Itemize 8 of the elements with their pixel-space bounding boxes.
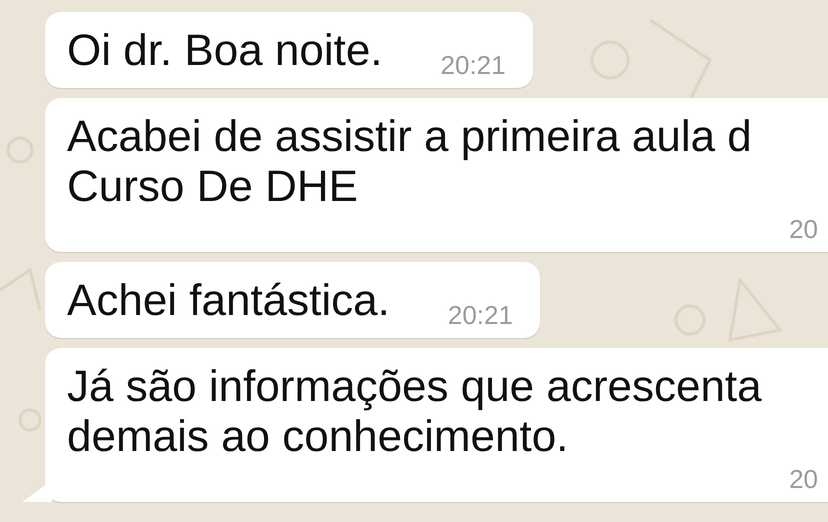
message-text: Já são informações que acrescenta demais ao conhecimento. — [67, 362, 762, 463]
message-time: 20 — [789, 466, 818, 492]
message-text: Acabei de assistir a primeira aula d Curso De DHE — [67, 112, 752, 213]
message-text: Oi dr. Boa noite. — [67, 26, 383, 77]
message-time: 20:21 — [448, 302, 513, 328]
message-text: Achei fantástica. — [67, 276, 390, 327]
message-time: 20 — [789, 216, 818, 242]
message-time: 20:21 — [440, 52, 506, 78]
